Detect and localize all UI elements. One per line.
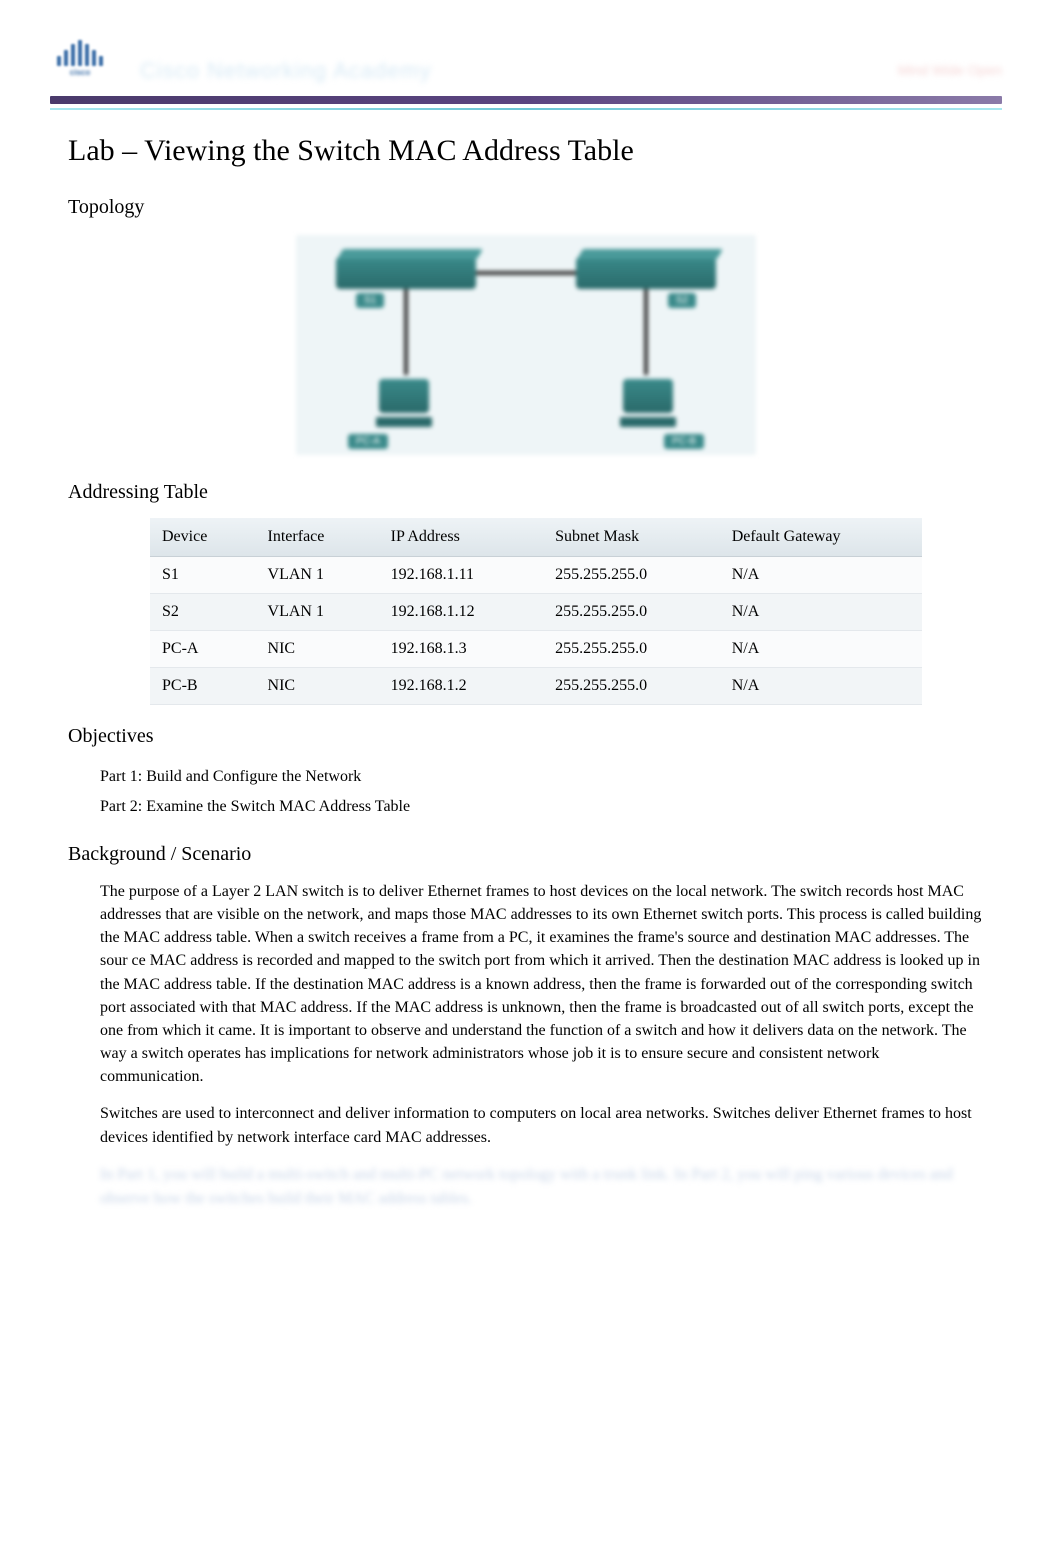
- cell-ip: 192.168.1.11: [379, 557, 543, 594]
- switch-s2-icon: [576, 257, 716, 289]
- cell-gateway: N/A: [720, 557, 922, 594]
- cable-s2-pcb: [644, 289, 648, 375]
- section-topology-heading: Topology: [50, 196, 1002, 219]
- objective-item: Part 1: Build and Configure the Network: [100, 762, 1002, 792]
- cell-gateway: N/A: [720, 668, 922, 705]
- cable-s1-s2: [476, 271, 576, 275]
- objective-item: Part 2: Examine the Switch MAC Address T…: [100, 792, 1002, 822]
- table-row: PC-B NIC 192.168.1.2 255.255.255.0 N/A: [150, 668, 922, 705]
- table-row: S1 VLAN 1 192.168.1.11 255.255.255.0 N/A: [150, 557, 922, 594]
- col-gateway: Default Gateway: [720, 518, 922, 557]
- cell-device: PC-B: [150, 668, 256, 705]
- pc-a-icon: [374, 379, 434, 429]
- label-s2: S2: [668, 293, 696, 308]
- cable-s1-pca: [404, 289, 408, 375]
- header-divider-thin: [50, 108, 1002, 110]
- header-divider-thick: [50, 96, 1002, 104]
- cell-device: S2: [150, 594, 256, 631]
- cell-ip: 192.168.1.3: [379, 631, 543, 668]
- logo-text: cisco: [50, 68, 110, 77]
- cell-interface: NIC: [256, 668, 379, 705]
- col-interface: Interface: [256, 518, 379, 557]
- col-mask: Subnet Mask: [543, 518, 720, 557]
- page-title: Lab – Viewing the Switch MAC Address Tab…: [50, 134, 1002, 168]
- brand-name: Cisco Networking Academy: [140, 58, 432, 84]
- table-row: S2 VLAN 1 192.168.1.12 255.255.255.0 N/A: [150, 594, 922, 631]
- brand-tagline: Mind Wide Open: [898, 62, 1002, 78]
- cell-interface: VLAN 1: [256, 594, 379, 631]
- background-paragraph: Switches are used to interconnect and de…: [50, 1102, 1002, 1148]
- background-paragraph: The purpose of a Layer 2 LAN switch is t…: [50, 880, 1002, 1089]
- col-device: Device: [150, 518, 256, 557]
- cell-ip: 192.168.1.2: [379, 668, 543, 705]
- cell-device: S1: [150, 557, 256, 594]
- section-background-heading: Background / Scenario: [50, 843, 1002, 866]
- cell-mask: 255.255.255.0: [543, 631, 720, 668]
- page-header: cisco Cisco Networking Academy Mind Wide…: [50, 40, 1002, 90]
- section-addressing-heading: Addressing Table: [50, 481, 1002, 504]
- pc-b-icon: [618, 379, 678, 429]
- cell-gateway: N/A: [720, 594, 922, 631]
- switch-s1-icon: [336, 257, 476, 289]
- cell-mask: 255.255.255.0: [543, 668, 720, 705]
- label-s1: S1: [356, 293, 384, 308]
- addressing-table: Device Interface IP Address Subnet Mask …: [150, 518, 922, 705]
- cell-mask: 255.255.255.0: [543, 594, 720, 631]
- cell-mask: 255.255.255.0: [543, 557, 720, 594]
- blurred-preview-text: In Part 1, you will build a multi-switch…: [50, 1163, 1002, 1211]
- cell-device: PC-A: [150, 631, 256, 668]
- table-row: PC-A NIC 192.168.1.3 255.255.255.0 N/A: [150, 631, 922, 668]
- label-pcb: PC-B: [664, 434, 704, 449]
- objectives-list: Part 1: Build and Configure the Network …: [50, 762, 1002, 823]
- label-pca: PC-A: [348, 434, 388, 449]
- section-objectives-heading: Objectives: [50, 725, 1002, 748]
- table-header-row: Device Interface IP Address Subnet Mask …: [150, 518, 922, 557]
- topology-diagram: S1 S2 PC-A PC-B: [50, 235, 1002, 455]
- brand-logo: cisco: [50, 40, 110, 90]
- cell-interface: NIC: [256, 631, 379, 668]
- cell-gateway: N/A: [720, 631, 922, 668]
- cell-ip: 192.168.1.12: [379, 594, 543, 631]
- col-ip: IP Address: [379, 518, 543, 557]
- cell-interface: VLAN 1: [256, 557, 379, 594]
